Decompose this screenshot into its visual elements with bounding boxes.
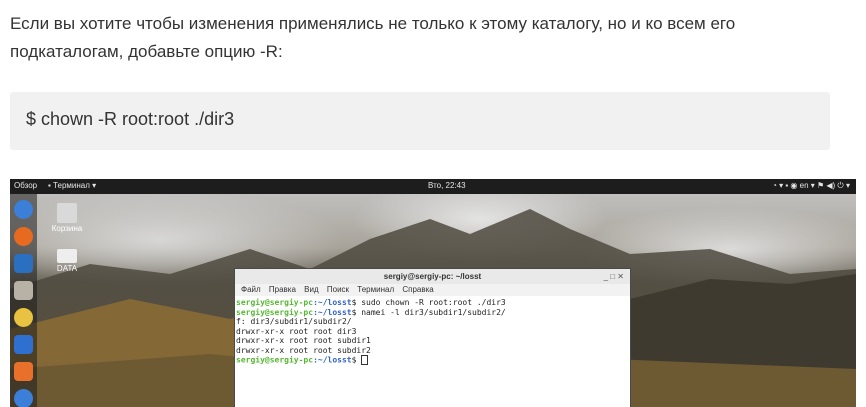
prompt-path: :~/losst xyxy=(313,298,352,307)
menu-help[interactable]: Справка xyxy=(402,285,433,294)
writer-icon[interactable] xyxy=(14,335,33,354)
activities-button[interactable]: Обзор xyxy=(14,181,37,190)
terminal-line: drwxr-xr-x root root subdir2 xyxy=(236,345,371,355)
menu-file[interactable]: Файл xyxy=(241,285,261,294)
window-controls[interactable]: _ □ ✕ xyxy=(604,269,624,284)
terminal-line: sergiy@sergiy-pc:~/losst$ namei -l dir3/… xyxy=(235,308,630,318)
prompt-user: sergiy@sergiy-pc xyxy=(236,298,314,307)
files-icon[interactable] xyxy=(14,281,33,300)
prompt-symbol: $ xyxy=(351,307,362,317)
desktop-icon-data[interactable]: DATA xyxy=(44,245,90,273)
menu-search[interactable]: Поиск xyxy=(327,285,349,294)
terminal-title: sergiy@sergiy-pc: ~/losst xyxy=(235,269,630,284)
drive-icon xyxy=(57,249,77,263)
terminal-window[interactable]: sergiy@sergiy-pc: ~/losst _ □ ✕ Файл Пра… xyxy=(234,268,631,407)
software-center-icon[interactable] xyxy=(14,362,33,381)
command-text: namei -l dir3/subdir1/subdir2/ xyxy=(361,307,506,317)
trash-icon xyxy=(57,203,77,223)
app-menu[interactable]: ▪ Терминал ▾ xyxy=(48,181,96,190)
top-bar: Обзор ▪ Терминал ▾ Вто, 22:43 ◔ ▾ ▪ ◉ en… xyxy=(10,179,856,194)
terminal-line: drwxr-xr-x root root subdir1 xyxy=(236,336,371,345)
prompt-user: sergiy@sergiy-pc xyxy=(236,307,314,317)
code-command: $ chown -R root:root ./dir3 xyxy=(26,109,235,129)
clock[interactable]: Вто, 22:43 xyxy=(428,181,466,190)
command-text: sudo chown -R root:root ./dir3 xyxy=(361,298,506,307)
menu-view[interactable]: Вид xyxy=(304,285,318,294)
text-cursor xyxy=(361,355,369,365)
menu-terminal[interactable]: Терминал xyxy=(357,285,394,294)
terminal-line: f: dir3/subdir1/subdir2/ xyxy=(236,317,352,326)
thunderbird-icon[interactable] xyxy=(14,254,33,273)
prompt-user: sergiy@sergiy-pc xyxy=(236,355,314,365)
terminal-output[interactable]: sergiy@sergiy-pc:~/losst$ sudo chown -R … xyxy=(235,298,630,365)
firefox-icon[interactable] xyxy=(14,227,33,246)
code-block: $ chown -R root:root ./dir3 xyxy=(10,92,830,150)
help-icon[interactable] xyxy=(14,389,33,407)
prompt-path: :~/losst xyxy=(313,355,352,365)
prompt-symbol: $ xyxy=(351,298,362,307)
terminal-menubar: Файл Правка Вид Поиск Терминал Справка xyxy=(235,284,630,296)
terminal-line: sergiy@sergiy-pc:~/losst$ sudo chown -R … xyxy=(235,298,630,308)
desktop-screenshot: Обзор ▪ Терминал ▾ Вто, 22:43 ◔ ▾ ▪ ◉ en… xyxy=(10,179,856,407)
rhythmbox-icon[interactable] xyxy=(14,308,33,327)
menu-edit[interactable]: Правка xyxy=(269,285,296,294)
prompt-symbol: $ xyxy=(351,355,362,365)
terminal-line: drwxr-xr-x root root dir3 xyxy=(236,326,357,336)
dock xyxy=(10,194,37,407)
system-tray[interactable]: ◔ ▾ ▪ ◉ en ▾ ⚑ ◀) ⏻ ▾ xyxy=(772,181,850,191)
article-paragraph: Если вы хотите чтобы изменения применяли… xyxy=(10,14,736,61)
prompt-path: :~/losst xyxy=(313,307,352,317)
desktop-icon-label: DATA xyxy=(56,264,78,273)
terminal-line: sergiy@sergiy-pc:~/losst$ xyxy=(235,355,630,365)
desktop-icon-label: Корзина xyxy=(51,224,83,233)
chromium-icon[interactable] xyxy=(14,200,33,219)
desktop-icon-trash[interactable]: Корзина xyxy=(44,203,90,233)
